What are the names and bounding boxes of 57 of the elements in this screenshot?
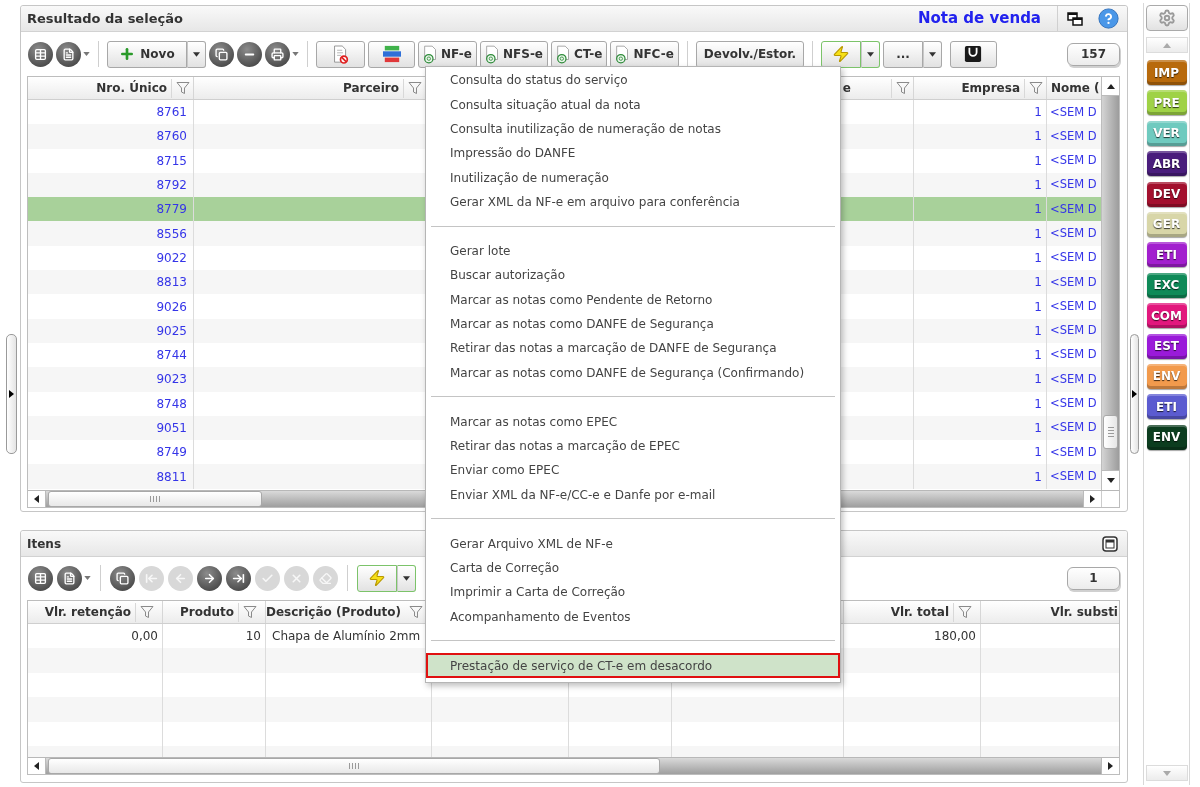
- table-cell-text: <SEM D: [1050, 127, 1097, 145]
- table-cell-text: 1: [1034, 468, 1042, 486]
- panel-title: Itens: [27, 535, 62, 553]
- table-cell-text: 8744: [156, 347, 187, 365]
- table-cell-text: 8748: [156, 395, 187, 413]
- table-cell-text: 1: [1034, 177, 1042, 195]
- table-cell-text: <SEM D: [1050, 370, 1097, 388]
- table-cell-text: 1: [1034, 298, 1042, 316]
- table-cell-text: 8556: [156, 225, 187, 243]
- table-cell-text: 8761: [156, 104, 187, 122]
- table-cell-text: 9051: [156, 420, 187, 437]
- table-cell-text: 9023: [156, 371, 187, 389]
- table-cell: <SEM D: [1050, 419, 1097, 437]
- table-cell-text: <SEM D: [1050, 297, 1097, 315]
- record-count: 1: [1067, 566, 1120, 590]
- table-cell-text: 8792: [156, 177, 187, 195]
- table-cell-text: 1: [1034, 395, 1042, 413]
- table-cell-text: 8813: [156, 274, 187, 292]
- table-cell: <SEM D: [1050, 443, 1097, 461]
- table-cell-text: 9022: [156, 249, 187, 267]
- table-cell-text: Chapa de Alumínio 2mm: [272, 628, 421, 646]
- table-cell-text: 8749: [156, 444, 187, 462]
- table-cell: <SEM D: [1050, 273, 1097, 291]
- panel-title: Resultado da seleção: [27, 9, 183, 28]
- table-cell-text: 1: [1034, 420, 1042, 437]
- table-cell-text: 1: [1034, 152, 1042, 170]
- table-cell-text: 9025: [156, 322, 187, 340]
- table-cell: <SEM D: [1050, 152, 1097, 170]
- table-cell-text: 8811: [156, 468, 187, 486]
- table-cell-text: 1: [1034, 128, 1042, 146]
- table-cell-text: 1: [1034, 201, 1042, 219]
- table-cell-text: 1: [1034, 249, 1042, 267]
- table-cell: <SEM D: [1050, 103, 1097, 121]
- table-cell-text: <SEM D: [1050, 225, 1097, 242]
- table-cell-text: 1: [1034, 104, 1042, 122]
- table-cell: <SEM D: [1050, 200, 1097, 218]
- document-type-title: Nota de venda: [918, 8, 1041, 30]
- table-cell-text: 1: [1034, 225, 1042, 243]
- record-count: 157: [1067, 42, 1120, 66]
- table-cell-text: 8779: [156, 201, 187, 219]
- table-cell: <SEM D: [1050, 322, 1097, 340]
- table-cell: <SEM D: [1050, 346, 1097, 364]
- table-cell-text: 8760: [156, 128, 187, 146]
- table-cell-text: 1: [1034, 347, 1042, 365]
- table-cell: <SEM D: [1050, 249, 1097, 267]
- table-cell: <SEM D: [1050, 176, 1097, 194]
- table-cell-text: 8715: [156, 152, 187, 170]
- table-cell-text: 1: [1034, 444, 1042, 462]
- table-cell-text: 0,00: [131, 628, 158, 646]
- table-cell-text: 9026: [156, 298, 187, 316]
- table-cell-text: 180,00: [934, 628, 976, 646]
- table-cell-text: 1: [1034, 274, 1042, 292]
- table-cell: <SEM D: [1050, 395, 1097, 413]
- table-cell-text: 1: [1034, 322, 1042, 340]
- table-cell-text: 1: [1034, 371, 1042, 389]
- table-cell-text: 10: [245, 628, 261, 646]
- table-cell-text: <SEM D: [1050, 467, 1097, 485]
